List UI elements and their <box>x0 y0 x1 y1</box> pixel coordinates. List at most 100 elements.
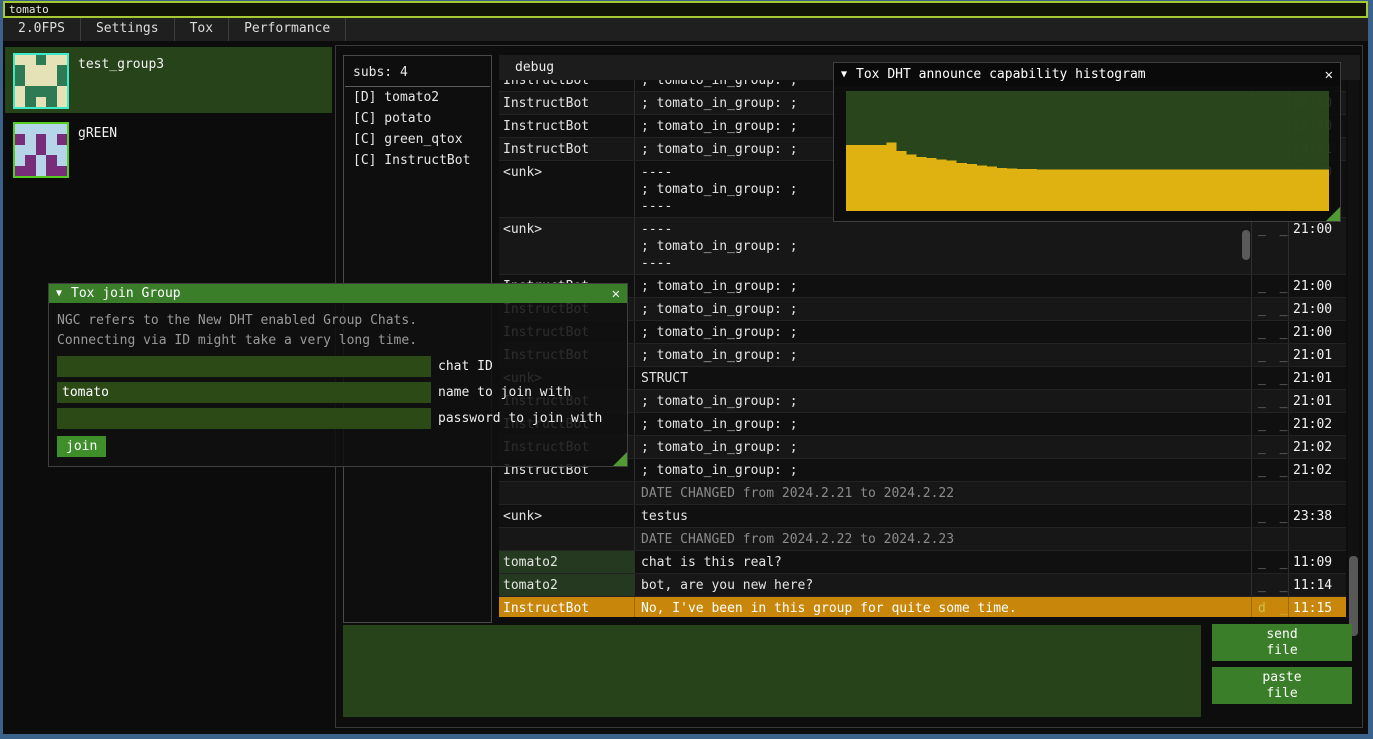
group-avatar <box>13 53 69 109</box>
avatar-pixel <box>36 166 46 176</box>
message-status: _ _ <box>1252 344 1289 366</box>
avatar-pixel <box>25 166 35 176</box>
message-status: _ _ <box>1252 505 1289 527</box>
message-status: d _ <box>1252 597 1289 617</box>
join-fields: chat IDname to join withpassword to join… <box>57 356 619 429</box>
menu-bar: 2.0FPSSettingsToxPerformance <box>3 18 1368 41</box>
message-sender: InstructBot <box>499 138 635 160</box>
avatar-pixel <box>15 65 25 75</box>
member-item[interactable]: [C] green_qtox <box>344 129 491 150</box>
compose-input[interactable] <box>343 625 1201 717</box>
message-status: _ _ <box>1252 275 1289 297</box>
chat-scrollbar[interactable] <box>1348 80 1359 636</box>
avatar-pixel <box>46 166 56 176</box>
message-time: 11:09 <box>1289 551 1346 573</box>
group-item-test_group3[interactable]: test_group3 <box>5 47 332 113</box>
collapse-triangle-icon[interactable]: ▼ <box>56 288 62 299</box>
message-text: ; tomato_in_group: ; <box>635 436 1252 458</box>
send-file-button[interactable]: send file <box>1212 624 1352 661</box>
message-text: ; tomato_in_group: ; <box>635 298 1252 320</box>
resize-grip-icon[interactable] <box>1326 207 1340 221</box>
join-info-text: NGC refers to the New DHT enabled Group … <box>57 311 619 351</box>
message-row[interactable]: InstructBotNo, I've been in this group f… <box>499 597 1346 617</box>
message-time: 21:00 <box>1289 298 1346 320</box>
message-row[interactable]: <unk>---- ; tomato_in_group: ; ----_ _21… <box>499 218 1346 275</box>
message-row[interactable]: tomato2chat is this real?_ _11:09 <box>499 551 1346 574</box>
group-avatar <box>13 122 69 178</box>
message-row[interactable]: tomato2bot, are you new here?_ _11:14 <box>499 574 1346 597</box>
avatar-pixel <box>36 65 46 75</box>
join-info-line: Connecting via ID might take a very long… <box>57 331 619 351</box>
avatar-pixel <box>46 145 56 155</box>
avatar-pixel <box>57 97 67 107</box>
message-time: 11:15 <box>1289 597 1346 617</box>
message-cell-scrollbar[interactable] <box>1242 230 1250 260</box>
message-time: 21:00 <box>1289 275 1346 297</box>
message-status: _ _ <box>1252 413 1289 435</box>
join-field-name-to-join-with[interactable] <box>57 382 431 403</box>
message-sender: tomato2 <box>499 574 635 596</box>
message-sender <box>499 528 635 550</box>
join-window-title: Tox join Group <box>71 286 181 301</box>
message-sender: InstructBot <box>499 115 635 137</box>
member-item[interactable]: [D] tomato2 <box>344 87 491 108</box>
avatar-pixel <box>25 86 35 96</box>
message-text: DATE CHANGED from 2024.2.22 to 2024.2.23 <box>635 528 1252 550</box>
paste-file-button[interactable]: paste file <box>1212 667 1352 704</box>
member-list: [D] tomato2[C] potato[C] green_qtox[C] I… <box>344 87 491 171</box>
avatar-pixel <box>57 124 67 134</box>
avatar-pixel <box>46 124 56 134</box>
avatar-pixel <box>25 155 35 165</box>
join-window-titlebar[interactable]: ▼ Tox join Group ✕ <box>49 284 627 303</box>
message-row[interactable]: DATE CHANGED from 2024.2.21 to 2024.2.22 <box>499 482 1346 505</box>
message-text: ; tomato_in_group: ; <box>635 321 1252 343</box>
message-time: 21:01 <box>1289 390 1346 412</box>
message-sender: InstructBot <box>499 92 635 114</box>
message-text: ; tomato_in_group: ; <box>635 275 1252 297</box>
avatar-pixel <box>15 166 25 176</box>
join-field-password-to-join-with[interactable] <box>57 408 431 429</box>
avatar-pixel <box>57 166 67 176</box>
tab-debug[interactable]: debug <box>499 60 554 75</box>
histogram-window-titlebar[interactable]: ▼ Tox DHT announce capability histogram … <box>834 63 1340 86</box>
menu-item-2-0fps[interactable]: 2.0FPS <box>3 18 81 41</box>
join-field-chat-id[interactable] <box>57 356 431 377</box>
group-item-gREEN[interactable]: gREEN <box>5 116 332 182</box>
avatar-pixel <box>46 65 56 75</box>
menu-item-settings[interactable]: Settings <box>81 18 175 41</box>
menu-item-performance[interactable]: Performance <box>229 18 346 41</box>
join-button[interactable]: join <box>57 436 106 457</box>
join-window-body: NGC refers to the New DHT enabled Group … <box>49 303 627 466</box>
avatar-pixel <box>25 76 35 86</box>
join-field-label: password to join with <box>438 411 602 426</box>
avatar-pixel <box>57 65 67 75</box>
message-status: _ _ <box>1252 321 1289 343</box>
avatar-pixel <box>25 55 35 65</box>
menu-item-tox[interactable]: Tox <box>175 18 229 41</box>
avatar-pixel <box>15 145 25 155</box>
message-time <box>1289 482 1346 504</box>
member-item[interactable]: [C] potato <box>344 108 491 129</box>
join-field-label: chat ID <box>438 359 493 374</box>
message-time: 21:00 <box>1289 321 1346 343</box>
message-text: DATE CHANGED from 2024.2.21 to 2024.2.22 <box>635 482 1252 504</box>
avatar-pixel <box>25 65 35 75</box>
member-item[interactable]: [C] InstructBot <box>344 150 491 171</box>
histogram-window-close-icon[interactable]: ✕ <box>1325 67 1333 83</box>
resize-grip-icon[interactable] <box>613 452 627 466</box>
message-status: _ _ <box>1252 551 1289 573</box>
message-text: bot, are you new here? <box>635 574 1252 596</box>
message-status <box>1252 528 1289 550</box>
message-status: _ _ <box>1252 390 1289 412</box>
join-window-close-icon[interactable]: ✕ <box>612 286 620 302</box>
message-status: _ _ <box>1252 459 1289 481</box>
message-row[interactable]: <unk>testus_ _23:38 <box>499 505 1346 528</box>
message-time <box>1289 528 1346 550</box>
group-name: test_group3 <box>78 57 164 72</box>
avatar-pixel <box>57 76 67 86</box>
collapse-triangle-icon[interactable]: ▼ <box>841 69 847 80</box>
avatar-pixel <box>15 76 25 86</box>
window-titlebar[interactable]: tomato <box>3 1 1368 18</box>
avatar-pixel <box>36 97 46 107</box>
message-row[interactable]: DATE CHANGED from 2024.2.22 to 2024.2.23 <box>499 528 1346 551</box>
